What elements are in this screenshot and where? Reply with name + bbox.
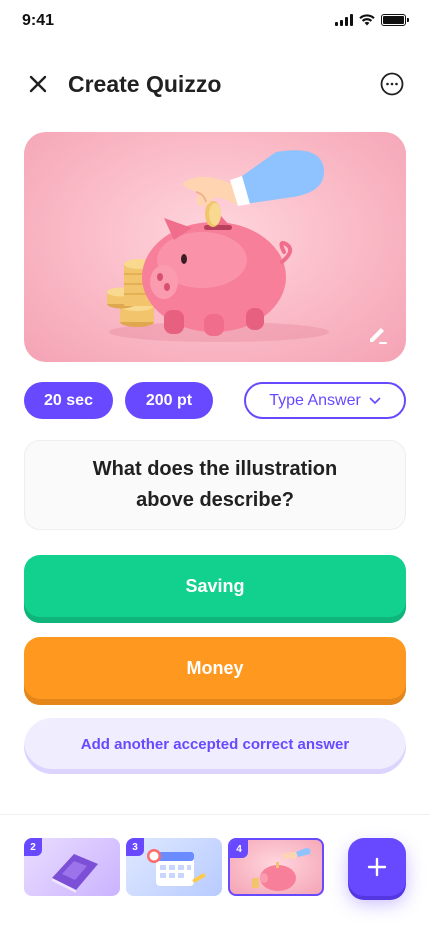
close-button[interactable] — [24, 70, 52, 98]
status-icons — [335, 14, 409, 26]
wifi-icon — [359, 14, 375, 26]
slide-thumbnail-3[interactable]: 3 — [126, 838, 222, 896]
answer-option-1[interactable]: Saving — [24, 555, 406, 623]
close-icon — [29, 75, 47, 93]
slide-number: 3 — [126, 838, 144, 856]
add-answer-button[interactable]: Add another accepted correct answer — [24, 718, 406, 774]
slide-number: 2 — [24, 838, 42, 856]
question-text: What does the illustration above describ… — [92, 458, 338, 511]
points-chip[interactable]: 200 pt — [125, 382, 213, 419]
answer-type-dropdown[interactable]: Type Answer — [244, 382, 406, 419]
chevron-down-icon — [369, 397, 381, 404]
question-settings: 20 sec 200 pt Type Answer — [24, 382, 406, 420]
status-time: 9:41 — [22, 12, 55, 29]
battery-icon — [381, 14, 409, 26]
more-options-button[interactable] — [380, 72, 404, 96]
question-cover-image[interactable] — [24, 132, 406, 362]
plus-icon — [367, 857, 387, 877]
answer-type-label: Type Answer — [269, 391, 361, 409]
slide-thumbnail-4[interactable]: 4 — [228, 838, 324, 896]
time-limit-chip[interactable]: 20 sec — [24, 382, 113, 419]
divider — [0, 814, 430, 815]
header: Create Quizzo — [0, 56, 430, 112]
slide-thumbnail-2[interactable]: 2 — [24, 838, 120, 896]
piggy-bank-illustration — [107, 150, 329, 342]
edit-cover-button[interactable] — [366, 322, 390, 346]
page-title: Create Quizzo — [68, 71, 222, 97]
cellular-signal-icon — [335, 14, 353, 26]
slide-number: 4 — [230, 840, 248, 858]
question-input[interactable]: What does the illustration above describ… — [24, 440, 406, 530]
status-bar: 9:41 — [0, 0, 430, 44]
add-question-button[interactable] — [348, 838, 406, 896]
more-horizontal-icon — [380, 72, 404, 96]
answer-option-2[interactable]: Money — [24, 637, 406, 705]
edit-pencil-icon — [370, 328, 387, 344]
